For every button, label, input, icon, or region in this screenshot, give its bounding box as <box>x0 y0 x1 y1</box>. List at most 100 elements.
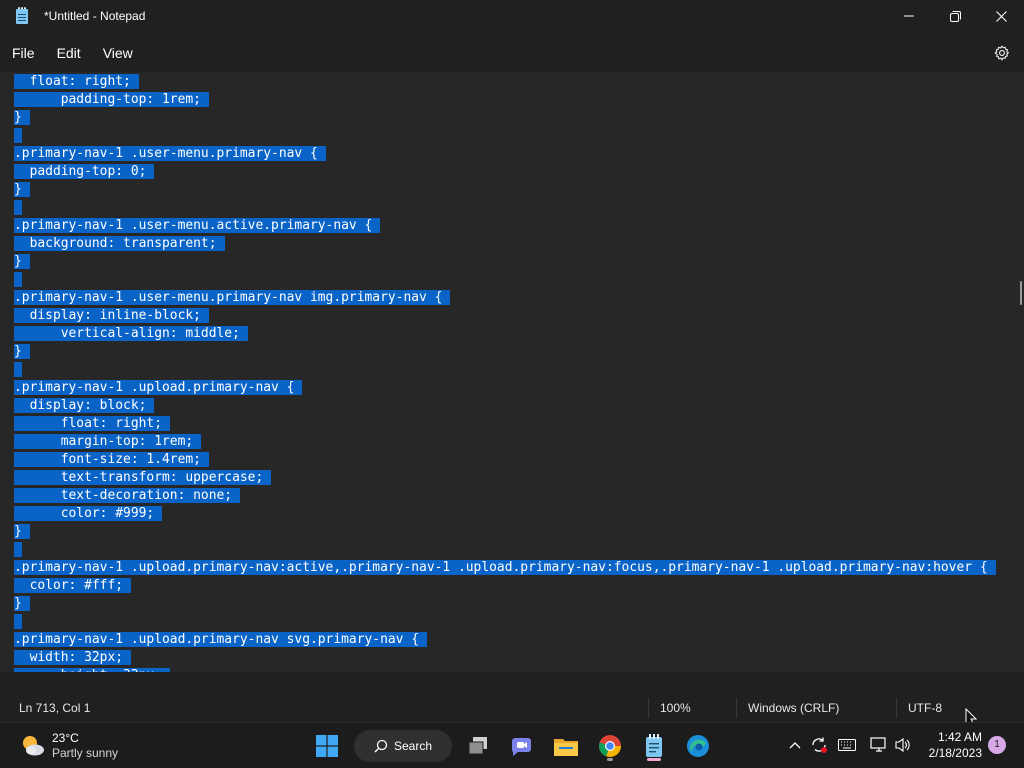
search-icon <box>374 739 388 753</box>
file-explorer-icon <box>554 739 578 756</box>
editor-line: .primary-nav-1 .upload.primary-nav { <box>14 379 303 397</box>
editor-line <box>14 541 22 559</box>
weather-temperature: 23°C <box>52 731 79 745</box>
selected-text <box>14 542 22 557</box>
editor-line: padding-top: 0; <box>14 163 155 181</box>
chrome-button[interactable] <box>594 730 626 762</box>
selected-text: padding-top: 0; <box>14 164 155 179</box>
selected-text: float: right; <box>14 416 170 431</box>
notepad-icon <box>646 734 662 757</box>
editor-line: vertical-align: middle; <box>14 325 248 343</box>
selected-text: text-transform: uppercase; <box>14 470 272 485</box>
chrome-icon <box>599 735 621 757</box>
chevron-up-icon <box>789 742 801 749</box>
text-editor[interactable]: float: right; padding-top: 1rem;} .primar… <box>0 72 1018 672</box>
volume-button[interactable] <box>893 735 913 755</box>
search-label: Search <box>394 739 433 753</box>
window-title: *Untitled - Notepad <box>44 9 146 23</box>
selected-text <box>14 614 22 629</box>
teams-chat-button[interactable] <box>505 730 537 762</box>
menu-bar: File Edit View <box>0 36 1024 70</box>
task-view-button[interactable] <box>462 730 494 762</box>
selected-text: color: #fff; <box>14 578 132 593</box>
selected-text: color: #999; <box>14 506 163 521</box>
notepad-app-icon <box>14 7 30 25</box>
sync-status[interactable] <box>809 735 829 755</box>
scrollbar-thumb[interactable] <box>1020 281 1022 305</box>
file-explorer-button[interactable] <box>550 730 582 762</box>
editor-line: font-size: 1.4rem; <box>14 451 209 469</box>
selected-text: } <box>14 182 30 197</box>
cursor-position: Ln 713, Col 1 <box>19 701 91 715</box>
notification-badge[interactable]: 1 <box>988 736 1006 754</box>
close-button[interactable] <box>978 0 1024 32</box>
editor-line <box>14 127 22 145</box>
selected-text: width: 32px; <box>14 650 132 665</box>
gear-icon <box>994 45 1010 61</box>
selected-text: } <box>14 254 30 269</box>
task-view-icon <box>468 737 487 755</box>
clock-date: 2/18/2023 <box>928 746 982 760</box>
taskbar: 23°C Partly sunny Search 1:42 AM 2/18/20… <box>0 722 1024 768</box>
selected-text: } <box>14 344 30 359</box>
vertical-scrollbar[interactable] <box>1018 72 1024 672</box>
selected-text <box>14 128 22 143</box>
selected-text: .primary-nav-1 .upload.primary-nav:activ… <box>14 560 996 575</box>
selected-text: display: inline-block; <box>14 308 209 323</box>
status-bar: Ln 713, Col 1 100% Windows (CRLF) UTF-8 <box>0 690 1024 726</box>
clock-time: 1:42 AM <box>937 730 982 744</box>
taskbar-search-button[interactable]: Search <box>354 730 452 762</box>
selected-text: } <box>14 110 30 125</box>
selected-text: .primary-nav-1 .user-menu.primary-nav im… <box>14 290 451 305</box>
start-button[interactable] <box>311 730 343 762</box>
line-ending: Windows (CRLF) <box>748 701 840 715</box>
editor-line: .primary-nav-1 .upload.primary-nav:activ… <box>14 559 996 577</box>
windows-start-icon <box>316 735 338 757</box>
title-bar: *Untitled - Notepad <box>0 0 1024 32</box>
selected-text: display: block; <box>14 398 155 413</box>
sync-icon <box>812 737 827 753</box>
editor-line: background: transparent; <box>14 235 225 253</box>
edge-button[interactable] <box>682 730 714 762</box>
settings-button[interactable] <box>992 43 1012 63</box>
editor-line: } <box>14 523 30 541</box>
minimize-button[interactable] <box>886 0 932 32</box>
editor-line: height: 32px; <box>14 667 170 672</box>
editor-line <box>14 199 22 217</box>
selected-text <box>14 362 22 377</box>
selected-text: .primary-nav-1 .user-menu.primary-nav { <box>14 146 326 161</box>
menu-file[interactable]: File <box>1 37 46 69</box>
system-clock[interactable]: 1:42 AM 2/18/2023 <box>924 729 982 761</box>
editor-line: display: inline-block; <box>14 307 209 325</box>
running-indicator <box>607 758 613 761</box>
show-hidden-icons-button[interactable] <box>785 735 805 755</box>
menu-view[interactable]: View <box>92 37 144 69</box>
network-button[interactable] <box>869 735 889 755</box>
edge-icon <box>687 735 709 757</box>
selected-text: } <box>14 596 30 611</box>
editor-line: } <box>14 181 30 199</box>
menu-edit[interactable]: Edit <box>46 37 92 69</box>
editor-line: float: right; <box>14 73 139 91</box>
selected-text: padding-top: 1rem; <box>14 92 209 107</box>
close-icon <box>995 10 1007 22</box>
keyboard-icon <box>838 739 856 751</box>
selected-text <box>14 200 22 215</box>
editor-line: } <box>14 343 30 361</box>
editor-line: } <box>14 109 30 127</box>
encoding: UTF-8 <box>908 701 942 715</box>
editor-line: text-decoration: none; <box>14 487 241 505</box>
selected-text: vertical-align: middle; <box>14 326 248 341</box>
restore-button[interactable] <box>932 0 978 32</box>
keyboard-button[interactable] <box>837 735 857 755</box>
editor-line: display: block; <box>14 397 155 415</box>
notepad-taskbar-button[interactable] <box>638 730 670 762</box>
volume-icon <box>895 737 910 753</box>
editor-line: .primary-nav-1 .user-menu.primary-nav { <box>14 145 326 163</box>
selected-text <box>14 272 22 287</box>
editor-line: float: right; <box>14 415 170 433</box>
selected-text: font-size: 1.4rem; <box>14 452 209 467</box>
selected-text: height: 32px; <box>14 668 170 672</box>
editor-line: .primary-nav-1 .upload.primary-nav svg.p… <box>14 631 428 649</box>
weather-widget[interactable]: 23°C Partly sunny <box>20 731 118 761</box>
